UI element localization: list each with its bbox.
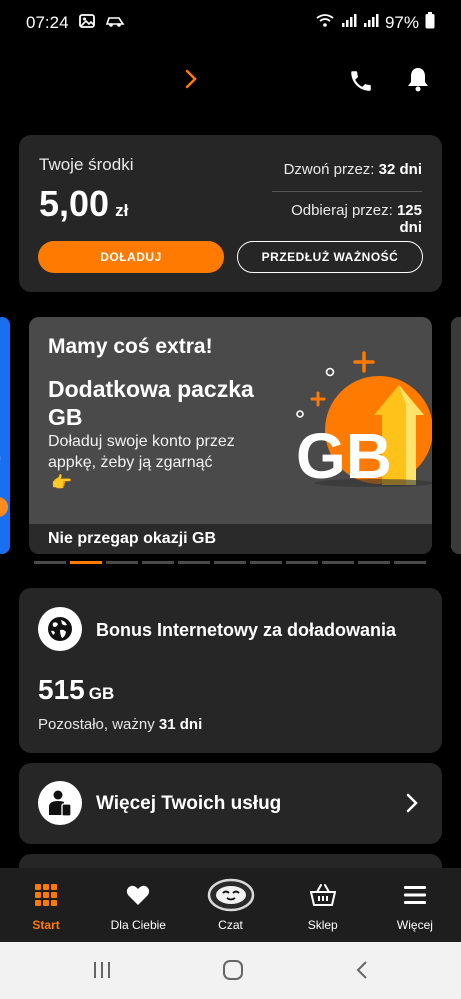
status-left: 07:24 xyxy=(26,13,125,33)
battery-percent: 97% xyxy=(384,13,419,32)
call-validity-value: 32 dni xyxy=(378,161,422,178)
validity-info: Dzwoń przez: 32 dni Odbieraj przez: 125 … xyxy=(272,161,422,236)
nav-for-you-label: Dla Ciebie xyxy=(110,918,166,932)
nav-chat[interactable]: Czat xyxy=(184,868,276,942)
bonus-remaining: Pozostało, ważny 31 dni xyxy=(38,716,202,733)
page-dot[interactable] xyxy=(322,561,354,564)
bonus-title: Bonus Internetowy za doładowania xyxy=(96,620,397,640)
basket-icon xyxy=(309,882,336,908)
divider xyxy=(272,191,422,192)
grid-icon xyxy=(34,882,58,908)
heart-icon xyxy=(126,882,150,908)
bonus-remaining-label: Pozostało, ważny xyxy=(38,716,155,733)
page-dot[interactable] xyxy=(106,561,138,564)
topup-button[interactable]: DOŁADUJ xyxy=(38,241,224,273)
menu-icon xyxy=(403,882,427,908)
nav-chat-label: Czat xyxy=(218,918,243,932)
car-notification-icon xyxy=(105,13,125,33)
phone-icon[interactable] xyxy=(348,68,374,99)
chatbot-icon xyxy=(207,878,255,912)
nav-for-you[interactable]: Dla Ciebie xyxy=(92,868,184,942)
nav-shop[interactable]: Sklep xyxy=(277,868,369,942)
more-services-title: Więcej Twoich usług xyxy=(96,793,282,814)
signal-icon xyxy=(341,13,357,33)
page-dot[interactable] xyxy=(358,561,390,564)
bonus-remaining-value: 31 dni xyxy=(158,716,203,733)
page-dot[interactable] xyxy=(250,561,282,564)
page-dot[interactable] xyxy=(178,561,210,564)
status-bar: 07:24 97% xyxy=(0,0,461,46)
carousel-prev-card[interactable] xyxy=(0,317,10,554)
page-dot-active[interactable] xyxy=(70,561,102,564)
receive-validity-label: Odbieraj przez: xyxy=(291,202,393,219)
top-bar xyxy=(0,58,461,104)
bonus-amount: 515 GB xyxy=(38,674,114,706)
receive-validity-row: Odbieraj przez: 125 dni xyxy=(272,202,422,236)
balance-amount: 5,00 zł xyxy=(39,183,128,225)
more-services-card[interactable]: Więcej Twoich usług xyxy=(19,763,442,844)
balance-value: 5,00 xyxy=(39,183,110,224)
battery-icon xyxy=(425,12,435,34)
promo-card[interactable]: Mamy coś extra! Dodatkowa paczka GB Doła… xyxy=(29,317,432,554)
chevron-right-icon[interactable] xyxy=(184,68,198,95)
carousel-pagination xyxy=(34,561,426,564)
internet-bonus-card[interactable]: Bonus Internetowy za doładowania 515 GB P… xyxy=(19,588,442,753)
bottom-navigation: Start Dla Ciebie Czat Sklep Więcej xyxy=(0,868,461,942)
promo-footer: Nie przegap okazji GB xyxy=(29,524,432,554)
chevron-right-icon xyxy=(406,793,418,818)
balance-card: Twoje środki 5,00 zł Dzwoń przez: 32 dni … xyxy=(19,135,442,292)
pointing-hand-icon: 👉 xyxy=(51,473,73,492)
carousel-next-card[interactable] xyxy=(451,317,461,554)
gb-art-text: GB xyxy=(296,420,392,490)
system-navigation-bar xyxy=(0,942,461,999)
bell-icon[interactable] xyxy=(406,66,430,99)
wifi-calling-icon xyxy=(315,13,335,34)
bonus-value: 515 xyxy=(38,674,85,705)
nav-shop-label: Sklep xyxy=(307,918,338,932)
page-dot[interactable] xyxy=(142,561,174,564)
promo-description: Doładuj swoje konto przez appkę, żeby ją… xyxy=(48,433,235,471)
user-device-icon xyxy=(38,781,82,825)
recent-apps-icon[interactable] xyxy=(92,960,112,985)
promo-kicker: Mamy coś extra! xyxy=(48,335,213,358)
nav-more[interactable]: Więcej xyxy=(369,868,461,942)
signal-icon-2 xyxy=(363,13,379,33)
status-right: 97% xyxy=(315,12,435,34)
nav-start[interactable]: Start xyxy=(0,868,92,942)
home-icon[interactable] xyxy=(222,960,244,985)
page-dot[interactable] xyxy=(286,561,318,564)
globe-icon xyxy=(38,607,82,651)
receive-validity-value: 125 dni xyxy=(396,202,422,236)
gb-illustration: GB xyxy=(294,345,432,495)
gallery-notification-icon xyxy=(78,13,95,33)
nav-more-label: Więcej xyxy=(396,918,433,932)
extend-validity-button[interactable]: PRZEDŁUŻ WAŻNOŚĆ xyxy=(237,241,423,273)
call-validity-row: Dzwoń przez: 32 dni xyxy=(272,161,422,183)
page-dot[interactable] xyxy=(34,561,66,564)
status-time: 07:24 xyxy=(26,13,69,32)
balance-currency: zł xyxy=(115,201,129,220)
back-icon[interactable] xyxy=(355,960,369,985)
promo-title: Dodatkowa paczka GB xyxy=(48,376,254,430)
call-validity-label: Dzwoń przez: xyxy=(283,161,375,178)
page-dot[interactable] xyxy=(394,561,426,564)
nav-start-label: Start xyxy=(32,918,60,932)
balance-title: Twoje środki xyxy=(39,155,134,174)
page-dot[interactable] xyxy=(214,561,246,564)
bonus-unit: GB xyxy=(88,684,115,703)
